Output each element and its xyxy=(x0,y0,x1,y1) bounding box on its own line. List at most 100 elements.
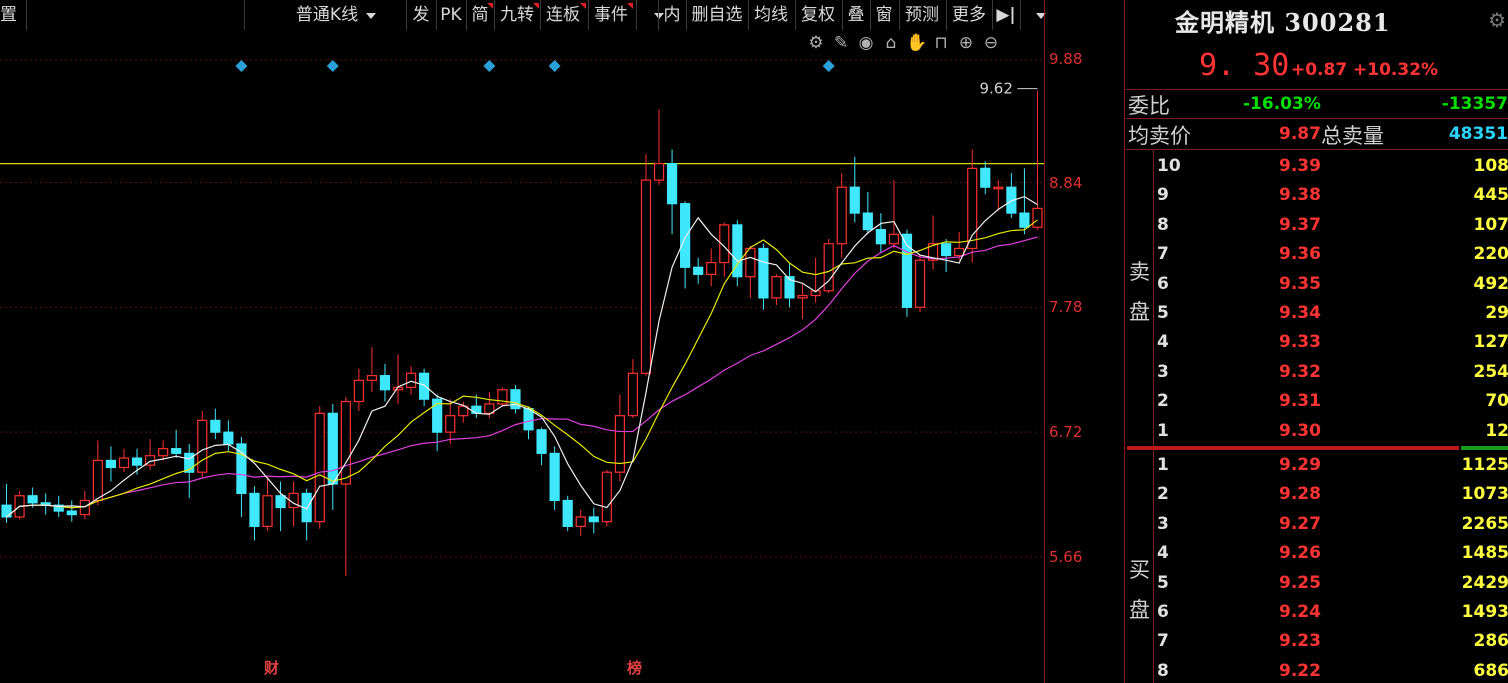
candle-down xyxy=(275,495,286,509)
buy-ratio-bar xyxy=(1461,446,1508,450)
level-number: 4 xyxy=(1157,332,1169,353)
buy-level-row[interactable]: 5 9.25 2429 xyxy=(1125,569,1508,598)
candle-up xyxy=(640,179,652,374)
remove-watchlist-button[interactable]: 删自选 xyxy=(688,3,746,27)
toolbar-fa-button[interactable]: 发 xyxy=(409,3,433,27)
candle-down xyxy=(236,443,247,495)
level-price: 9.34 xyxy=(1279,303,1321,323)
buy-level-row[interactable]: 8 9.22 686 xyxy=(1125,657,1508,683)
sell-level-row[interactable]: 9 9.38 445 xyxy=(1125,181,1508,210)
candle-down xyxy=(171,448,182,454)
toolbar-ma-button[interactable]: 均线 xyxy=(750,3,792,27)
skip-end-icon[interactable]: ▶| xyxy=(994,3,1018,27)
level-price: 9.32 xyxy=(1279,361,1321,382)
level-number: 8 xyxy=(1157,214,1169,235)
level-price: 9.24 xyxy=(1279,602,1321,622)
more-dropdown[interactable] xyxy=(1018,3,1046,27)
level-volume: 107 xyxy=(1473,214,1508,235)
toolbar-adjust-button[interactable]: 复权 xyxy=(797,3,839,27)
candle-down xyxy=(249,492,260,527)
candle-down xyxy=(523,408,534,431)
financial-report-marker[interactable]: 财 xyxy=(264,657,279,678)
candle-down xyxy=(666,163,678,205)
candle-down xyxy=(1,504,12,518)
candle-down xyxy=(223,431,234,445)
buy-level-row[interactable]: 4 9.26 1485 xyxy=(1125,539,1508,568)
candle-up xyxy=(405,372,417,389)
flag-icon xyxy=(580,3,586,9)
candle-up xyxy=(118,457,130,469)
toolbar-forecast-button[interactable]: 预测 xyxy=(901,3,943,27)
weibi-diff: -13357 xyxy=(1441,94,1508,114)
level-number: 7 xyxy=(1157,631,1169,652)
sell-level-row[interactable]: 8 9.37 107 xyxy=(1125,211,1508,240)
level-volume: 2429 xyxy=(1461,572,1508,593)
events-dropdown[interactable] xyxy=(636,3,664,27)
event-marker xyxy=(326,60,339,72)
candle-up xyxy=(340,400,351,485)
level-volume: 108 xyxy=(1473,156,1508,176)
level-volume: 12 xyxy=(1485,420,1508,441)
sell-level-row[interactable]: 3 9.32 254 xyxy=(1125,358,1508,387)
last-price: 9. 30 xyxy=(1199,48,1290,83)
buy-level-row[interactable]: 2 9.28 1073 xyxy=(1125,480,1508,509)
toolbar-cut-item[interactable]: 置 xyxy=(0,3,20,27)
buy-level-row[interactable]: 1 9.29 1125 xyxy=(1125,451,1508,480)
flag-icon xyxy=(533,3,539,9)
price-tick: 8.84 xyxy=(1049,174,1083,192)
candle-up xyxy=(954,247,965,257)
sell-level-row[interactable]: 4 9.33 127 xyxy=(1125,328,1508,357)
flag-icon xyxy=(627,3,633,9)
candle-up xyxy=(601,471,612,523)
sell-level-row[interactable]: 1 9.30 12 xyxy=(1125,417,1508,446)
toolbar-lianban-button[interactable]: 连板 xyxy=(542,3,584,27)
level-price: 9.35 xyxy=(1279,273,1321,294)
level-price: 9.39 xyxy=(1279,156,1321,176)
sell-level-row[interactable]: 5 9.34 29 xyxy=(1125,299,1508,328)
kline-type-select[interactable]: 普通K线 xyxy=(292,3,376,27)
toolbar-inner-button[interactable]: 内 xyxy=(661,3,683,27)
dragon-tiger-list-marker[interactable]: 榜 xyxy=(627,657,642,678)
sell-level-row[interactable]: 10 9.39 108 xyxy=(1125,152,1508,181)
candle-down xyxy=(693,266,704,275)
kline-chart[interactable]: 9.62 xyxy=(0,30,1044,683)
quote-panel: 金明精机 300281 ⚙ 9. 30 +0.87 +10.32% 委比 -16… xyxy=(1124,0,1508,683)
sell-level-row[interactable]: 6 9.35 492 xyxy=(1125,270,1508,299)
level-number: 7 xyxy=(1157,244,1169,265)
level-volume: 29 xyxy=(1485,303,1508,323)
candle-down xyxy=(66,510,77,516)
chart-toolbar: 置 普通K线 发 PK 简 九转 连板 事件 内 删自选 均线 复权 叠 窗 预… xyxy=(0,0,1046,30)
candle-up xyxy=(158,448,169,457)
level-volume: 127 xyxy=(1473,332,1508,353)
level-price: 9.37 xyxy=(1279,214,1321,235)
total-sell-label: 总卖量 xyxy=(1321,124,1384,148)
sell-level-row[interactable]: 7 9.36 220 xyxy=(1125,240,1508,269)
candle-up xyxy=(706,261,717,275)
toolbar-events-button[interactable]: 事件 xyxy=(590,3,632,27)
stock-name-code: 金明精机 300281 xyxy=(1175,8,1391,37)
level-volume: 2265 xyxy=(1461,513,1508,534)
candle-down xyxy=(562,499,573,527)
buy-level-row[interactable]: 3 9.27 2265 xyxy=(1125,510,1508,539)
level-volume: 492 xyxy=(1473,273,1508,294)
buy-level-row[interactable]: 7 9.23 286 xyxy=(1125,627,1508,656)
event-marker xyxy=(483,60,496,72)
candle-down xyxy=(210,419,221,433)
settings-icon[interactable]: ⚙ xyxy=(1488,8,1506,32)
buy-level-row[interactable]: 6 9.24 1493 xyxy=(1125,598,1508,627)
level-volume: 220 xyxy=(1473,244,1508,265)
candle-down xyxy=(549,452,560,502)
level-volume: 1493 xyxy=(1461,602,1508,622)
sell-level-row[interactable]: 2 9.31 70 xyxy=(1125,387,1508,416)
toolbar-pk-button[interactable]: PK xyxy=(438,3,464,27)
candle-up xyxy=(627,372,639,417)
toolbar-window-button[interactable]: 窗 xyxy=(872,3,896,27)
candle-down xyxy=(471,405,482,414)
toolbar-jiuzhuan-button[interactable]: 九转 xyxy=(496,3,538,27)
candle-down xyxy=(680,203,691,268)
candle-down xyxy=(27,495,38,504)
level-price: 9.26 xyxy=(1279,543,1321,564)
toolbar-more-button[interactable]: 更多 xyxy=(948,3,990,27)
level-price: 9.36 xyxy=(1279,244,1321,265)
toolbar-overlay-button[interactable]: 叠 xyxy=(844,3,868,27)
